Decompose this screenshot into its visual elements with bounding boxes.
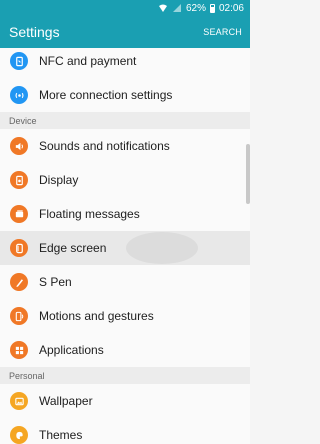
display-icon xyxy=(10,171,28,189)
settings-item-nfc[interactable]: NFC and payment xyxy=(0,48,250,78)
settings-item-label: Edge screen xyxy=(39,241,107,255)
settings-item-display[interactable]: Display xyxy=(0,163,250,197)
settings-item-label: NFC and payment xyxy=(39,54,137,68)
settings-item-label: Motions and gestures xyxy=(39,309,154,323)
app-bar: Settings SEARCH xyxy=(0,16,250,48)
settings-item-edge-screen[interactable]: Edge screen xyxy=(0,231,250,265)
floating-messages-icon xyxy=(10,205,28,223)
settings-item-label: Display xyxy=(39,173,79,187)
battery-icon xyxy=(209,3,215,13)
settings-item-themes[interactable]: Themes xyxy=(0,418,250,444)
wallpaper-icon xyxy=(10,392,28,410)
settings-item-label: Applications xyxy=(39,343,104,357)
motions-icon xyxy=(10,307,28,325)
wifi-icon xyxy=(158,4,167,12)
settings-item-label: Sounds and notifications xyxy=(39,139,170,153)
settings-item-s-pen[interactable]: S Pen xyxy=(0,265,250,299)
s-pen-icon xyxy=(10,273,28,291)
signal-icon xyxy=(172,4,181,12)
connection-icon xyxy=(10,86,28,104)
applications-icon xyxy=(10,341,28,359)
edge-screen-icon xyxy=(10,239,28,257)
touch-ripple xyxy=(126,232,198,264)
settings-item-more-connection[interactable]: More connection settings xyxy=(0,78,250,112)
settings-item-label: S Pen xyxy=(39,275,72,289)
settings-list[interactable]: NFC and payment More connection settings… xyxy=(0,48,250,444)
nfc-icon xyxy=(10,52,28,70)
search-button[interactable]: SEARCH xyxy=(203,27,242,37)
settings-item-motions[interactable]: Motions and gestures xyxy=(0,299,250,333)
battery-percent: 62% xyxy=(185,2,206,14)
section-header-device: Device xyxy=(0,112,250,129)
settings-item-wallpaper[interactable]: Wallpaper xyxy=(0,384,250,418)
settings-item-label: Floating messages xyxy=(39,207,140,221)
clock: 02:06 xyxy=(218,2,244,14)
themes-icon xyxy=(10,426,28,444)
section-header-personal: Personal xyxy=(0,367,250,384)
settings-item-label: Wallpaper xyxy=(39,394,93,408)
scrollbar[interactable] xyxy=(246,144,250,204)
settings-item-label: More connection settings xyxy=(39,88,173,102)
settings-item-label: Themes xyxy=(39,428,83,442)
settings-item-applications[interactable]: Applications xyxy=(0,333,250,367)
settings-item-sounds[interactable]: Sounds and notifications xyxy=(0,129,250,163)
page-title: Settings xyxy=(9,24,60,40)
sound-icon xyxy=(10,137,28,155)
settings-item-floating-messages[interactable]: Floating messages xyxy=(0,197,250,231)
status-bar: 62% 02:06 xyxy=(0,0,250,16)
